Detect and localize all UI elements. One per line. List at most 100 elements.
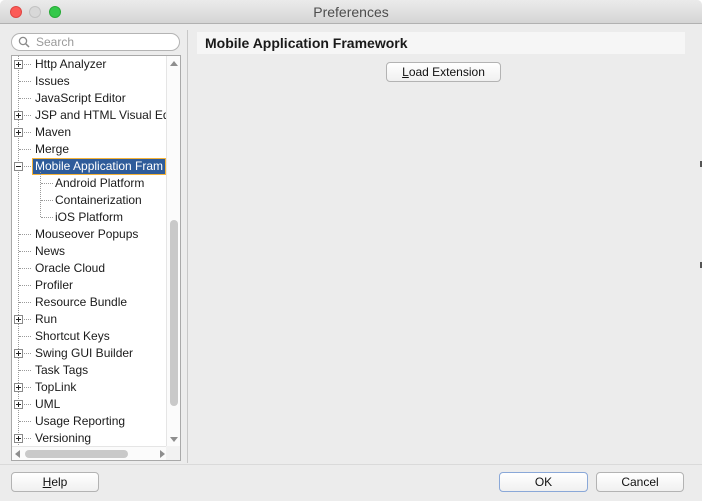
tree-item-label: Oracle Cloud bbox=[35, 261, 106, 275]
tree-item[interactable]: Merge bbox=[12, 141, 166, 158]
title-bar: Preferences bbox=[0, 0, 702, 24]
expand-icon[interactable] bbox=[14, 128, 23, 137]
tree-item[interactable]: Versioning bbox=[12, 430, 166, 447]
scroll-up-arrow-icon[interactable] bbox=[170, 61, 178, 66]
tree-item[interactable]: Issues bbox=[12, 73, 166, 90]
tree-connector-line bbox=[19, 370, 31, 371]
load-extension-button[interactable]: Load Extension bbox=[386, 62, 501, 82]
tree-item-label: Mouseover Popups bbox=[35, 227, 139, 241]
plus-stroke bbox=[18, 113, 19, 118]
tree-item-label: Versioning bbox=[35, 431, 92, 445]
content-title: Mobile Application Framework bbox=[205, 35, 408, 51]
help-button[interactable]: Help bbox=[11, 472, 99, 492]
panel-splitter[interactable] bbox=[187, 30, 188, 463]
tree-item[interactable]: Profiler bbox=[12, 277, 166, 294]
expand-icon[interactable] bbox=[14, 383, 23, 392]
ok-label: OK bbox=[534, 475, 553, 489]
tree-connector-line bbox=[19, 268, 31, 269]
tree-item-label: Http Analyzer bbox=[35, 57, 107, 71]
expand-icon[interactable] bbox=[14, 434, 23, 443]
tree-subitem[interactable]: Android Platform bbox=[12, 175, 166, 192]
tree-item[interactable]: Mouseover Popups bbox=[12, 226, 166, 243]
tree-horizontal-scroll-thumb[interactable] bbox=[25, 450, 128, 458]
tree-connector-line bbox=[19, 149, 31, 150]
cancel-button[interactable]: Cancel bbox=[596, 472, 684, 492]
tree-item-label: Mobile Application Fram bbox=[31, 158, 167, 175]
tree-connector-line bbox=[41, 200, 53, 201]
expand-icon[interactable] bbox=[14, 400, 23, 409]
tree-item[interactable]: TopLink bbox=[12, 379, 166, 396]
tree-connector-line bbox=[19, 234, 31, 235]
tree-item[interactable]: Mobile Application Fram bbox=[12, 158, 167, 175]
tree-subitem[interactable]: iOS Platform bbox=[12, 209, 166, 226]
tree-connector-line bbox=[19, 285, 31, 286]
tree-item[interactable]: Http Analyzer bbox=[12, 56, 166, 73]
search-box bbox=[11, 33, 180, 51]
tree-item-label: Run bbox=[35, 312, 58, 326]
scroll-down-arrow-icon[interactable] bbox=[170, 437, 178, 442]
tree-vertical-scrollbar[interactable] bbox=[166, 56, 180, 446]
tree-item-label: Issues bbox=[35, 74, 70, 88]
collapse-icon[interactable] bbox=[14, 162, 23, 171]
preferences-window: Preferences Http Analyzer Issues JavaScrip… bbox=[0, 0, 702, 501]
minus-stroke bbox=[16, 166, 21, 167]
tree-item-label: News bbox=[35, 244, 66, 258]
tree-item-label: Resource Bundle bbox=[35, 295, 128, 309]
footer-divider bbox=[0, 464, 702, 465]
tree-item[interactable]: Resource Bundle bbox=[12, 294, 166, 311]
tree-vertical-scroll-thumb[interactable] bbox=[170, 220, 178, 406]
tree-item[interactable]: Oracle Cloud bbox=[12, 260, 166, 277]
plus-stroke bbox=[18, 130, 19, 135]
tree-connector-line bbox=[19, 302, 31, 303]
plus-stroke bbox=[18, 317, 19, 322]
tree-item-label: Android Platform bbox=[55, 176, 145, 190]
tree-horizontal-scrollbar[interactable] bbox=[12, 446, 168, 460]
tree-item-label: Usage Reporting bbox=[35, 414, 126, 428]
window-title: Preferences bbox=[313, 4, 389, 20]
preferences-tree: Http Analyzer Issues JavaScript Editor JSP … bbox=[11, 55, 181, 461]
scroll-left-arrow-icon[interactable] bbox=[15, 450, 20, 458]
tree-item-label: Swing GUI Builder bbox=[35, 346, 134, 360]
tree-item[interactable]: UML bbox=[12, 396, 166, 413]
plus-stroke bbox=[18, 402, 19, 407]
tree-item-label: iOS Platform bbox=[55, 210, 124, 224]
tree-item-label: JSP and HTML Visual Edit bbox=[35, 108, 176, 122]
tree-item[interactable]: Shortcut Keys bbox=[12, 328, 166, 345]
tree-connector-line bbox=[19, 421, 31, 422]
tree-item[interactable]: Usage Reporting bbox=[12, 413, 166, 430]
search-input[interactable] bbox=[36, 35, 176, 49]
tree-item-label: Containerization bbox=[55, 193, 142, 207]
tree-item[interactable]: Task Tags bbox=[12, 362, 166, 379]
tree-connector-line bbox=[41, 217, 53, 218]
tree-connector-line bbox=[19, 251, 31, 252]
load-extension-mnemonic: L bbox=[402, 65, 409, 79]
scroll-corner bbox=[166, 446, 180, 460]
tree-item[interactable]: JSP and HTML Visual Edit bbox=[12, 107, 176, 124]
expand-icon[interactable] bbox=[14, 60, 23, 69]
tree-item-label: JavaScript Editor bbox=[35, 91, 126, 105]
plus-stroke bbox=[18, 62, 19, 67]
expand-icon[interactable] bbox=[14, 111, 23, 120]
tree-connector-line bbox=[41, 183, 53, 184]
tree-item-label: Shortcut Keys bbox=[35, 329, 110, 343]
tree-item-label: Task Tags bbox=[35, 363, 89, 377]
search-icon bbox=[18, 36, 30, 48]
tree-item[interactable]: Swing GUI Builder bbox=[12, 345, 166, 362]
scroll-right-arrow-icon[interactable] bbox=[160, 450, 165, 458]
tree-item[interactable]: Run bbox=[12, 311, 166, 328]
plus-stroke bbox=[18, 436, 19, 441]
cancel-label: Cancel bbox=[621, 475, 659, 489]
ok-button[interactable]: OK bbox=[499, 472, 588, 492]
load-extension-rest: oad Extension bbox=[408, 65, 485, 79]
content-header: Mobile Application Framework bbox=[197, 32, 685, 54]
tree-item[interactable]: JavaScript Editor bbox=[12, 90, 166, 107]
expand-icon[interactable] bbox=[14, 349, 23, 358]
tree-item-label: TopLink bbox=[35, 380, 77, 394]
tree-item[interactable]: Maven bbox=[12, 124, 166, 141]
tree-connector-line bbox=[40, 172, 41, 217]
tree-subitem[interactable]: Containerization bbox=[12, 192, 166, 209]
expand-icon[interactable] bbox=[14, 315, 23, 324]
tree-item[interactable]: News bbox=[12, 243, 166, 260]
plus-stroke bbox=[18, 385, 19, 390]
help-rest: elp bbox=[51, 475, 68, 489]
